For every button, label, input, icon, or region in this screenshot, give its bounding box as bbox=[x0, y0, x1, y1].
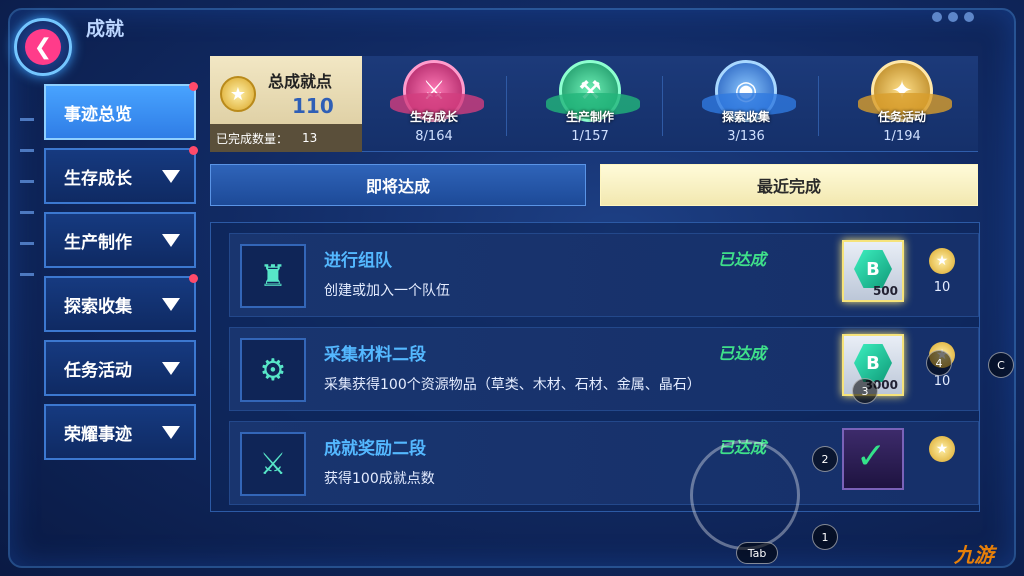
chevron-down-icon bbox=[162, 425, 180, 439]
key-hint-tab: Tab bbox=[736, 542, 778, 564]
chevron-down-icon bbox=[162, 361, 180, 375]
tab-upcoming[interactable]: 即将达成 bbox=[210, 164, 586, 206]
divider bbox=[506, 76, 507, 136]
sidebar: 事迹总览 生存成长 生产制作 探索收集 任务活动 荣耀事迹 bbox=[44, 82, 198, 468]
notification-dot bbox=[189, 146, 198, 155]
category-production[interactable]: ⚒ 生产制作 1/157 bbox=[530, 60, 650, 144]
key-hint-2: 2 bbox=[812, 446, 838, 472]
sidebar-item-quests[interactable]: 任务活动 bbox=[44, 340, 196, 396]
drill-icon: ⚙ bbox=[240, 338, 306, 402]
divider bbox=[818, 76, 819, 136]
back-arrow-icon: ❮ bbox=[25, 29, 61, 65]
category-name: 生产制作 bbox=[565, 110, 614, 124]
sidebar-item-production[interactable]: 生产制作 bbox=[44, 212, 196, 268]
watermark-brand: 九游 bbox=[954, 543, 994, 567]
key-hint-c: C bbox=[988, 352, 1014, 378]
achievement-desc: 创建或加入一个队伍 bbox=[324, 283, 450, 299]
reward-item[interactable]: ✓ bbox=[842, 428, 904, 490]
list-item[interactable]: ⚔ 成就奖励二段 获得100成就点数 已达成 ✓ ★ bbox=[229, 421, 979, 505]
category-quests[interactable]: ✦ 任务活动 1/194 bbox=[842, 60, 962, 144]
key-hint-3: 3 bbox=[852, 378, 878, 404]
achievement-list: ♜ 进行组队 创建或加入一个队伍 已达成 B 500 ★ 10 ⚙ 采集材料二段… bbox=[210, 222, 980, 512]
achievement-title: 采集材料二段 bbox=[324, 345, 426, 365]
category-name: 任务活动 bbox=[877, 110, 926, 124]
achievement-status: 已达成 bbox=[718, 344, 767, 363]
achievement-points: ★ 10 bbox=[924, 248, 960, 295]
tab-recent[interactable]: 最近完成 bbox=[600, 164, 978, 206]
achievement-summary: ★ 总成就点 110 已完成数量： 13 ⚔ 生存成长 8/164 ⚒ 生产制作… bbox=[210, 56, 978, 152]
sidebar-item-exploration[interactable]: 探索收集 bbox=[44, 274, 198, 332]
achievement-points: ★ bbox=[924, 436, 960, 462]
back-button[interactable]: ❮ bbox=[14, 18, 72, 76]
sidebar-item-glory[interactable]: 荣耀事迹 bbox=[44, 404, 196, 460]
checkmark-icon: ✓ bbox=[856, 436, 887, 477]
sidebar-item-label: 生产制作 bbox=[64, 232, 132, 253]
category-name: 生存成长 bbox=[409, 110, 458, 124]
sidebar-item-label: 探索收集 bbox=[64, 296, 132, 317]
sidebar-item-label: 生存成长 bbox=[64, 168, 132, 189]
achievement-desc: 采集获得100个资源物品（草类、木材、石材、金属、晶石） bbox=[324, 377, 701, 393]
achievement-title: 成就奖励二段 bbox=[324, 439, 426, 459]
achievement-title: 进行组队 bbox=[324, 251, 392, 271]
overlay-shape bbox=[690, 440, 800, 550]
divider bbox=[662, 76, 663, 136]
completed-count: 已完成数量： 13 bbox=[210, 124, 362, 152]
key-hint-1: 1 bbox=[812, 524, 838, 550]
sidebar-item-overview[interactable]: 事迹总览 bbox=[44, 82, 198, 140]
total-points-value: 110 bbox=[292, 94, 334, 118]
key-hint-4: 4 bbox=[926, 350, 952, 376]
completed-count-label: 已完成数量： bbox=[216, 131, 289, 146]
gem-icon: B bbox=[854, 250, 892, 288]
points-value: 10 bbox=[933, 280, 951, 295]
page-title: 成就 bbox=[86, 18, 125, 40]
achievement-status: 已达成 bbox=[718, 250, 767, 269]
points-value: 10 bbox=[933, 374, 951, 389]
category-exploration[interactable]: ◉ 探索收集 3/136 bbox=[686, 60, 806, 144]
sidebar-item-label: 事迹总览 bbox=[64, 104, 132, 125]
category-count: 3/136 bbox=[727, 129, 765, 144]
chevron-down-icon bbox=[162, 297, 180, 311]
crossed-swords-icon: ⚔ bbox=[240, 432, 306, 496]
total-points-box: ★ 总成就点 110 已完成数量： 13 bbox=[210, 56, 362, 152]
sidebar-item-label: 荣耀事迹 bbox=[64, 424, 132, 445]
window-dots bbox=[932, 12, 974, 22]
notification-dot bbox=[189, 274, 198, 283]
star-icon: ★ bbox=[929, 248, 955, 274]
sidebar-marks bbox=[20, 118, 34, 304]
sidebar-item-survival[interactable]: 生存成长 bbox=[44, 146, 198, 204]
list-item[interactable]: ♜ 进行组队 创建或加入一个队伍 已达成 B 500 ★ 10 bbox=[229, 233, 979, 317]
castle-icon: ♜ bbox=[240, 244, 306, 308]
notification-dot bbox=[189, 82, 198, 91]
category-count: 1/157 bbox=[571, 129, 609, 144]
watermark-logo: 九游 bbox=[954, 539, 994, 568]
total-points-label: 总成就点 bbox=[268, 72, 333, 91]
sidebar-item-label: 任务活动 bbox=[64, 360, 132, 381]
chevron-down-icon bbox=[162, 233, 180, 247]
category-name: 探索收集 bbox=[721, 110, 770, 124]
category-survival[interactable]: ⚔ 生存成长 8/164 bbox=[374, 60, 494, 144]
chevron-down-icon bbox=[162, 169, 180, 183]
completed-count-value: 13 bbox=[302, 131, 318, 145]
category-count: 8/164 bbox=[415, 129, 453, 144]
achievement-desc: 获得100成就点数 bbox=[324, 471, 435, 487]
gem-icon: B bbox=[854, 344, 892, 382]
reward-amount: 500 bbox=[872, 284, 898, 298]
category-count: 1/194 bbox=[883, 129, 921, 144]
reward-item[interactable]: B 500 bbox=[842, 240, 904, 302]
star-icon: ★ bbox=[220, 76, 256, 112]
star-icon: ★ bbox=[929, 436, 955, 462]
